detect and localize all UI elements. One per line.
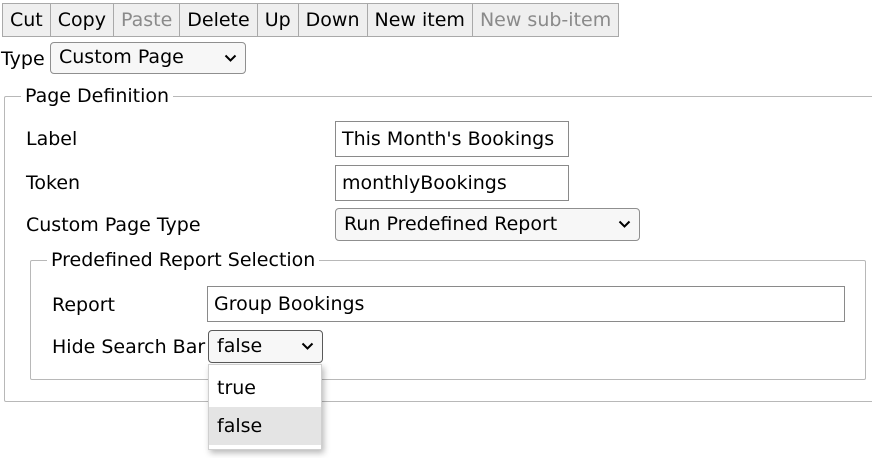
token-input[interactable]: monthlyBookings xyxy=(335,165,569,201)
new-item-button[interactable]: New item xyxy=(366,3,473,37)
chevron-down-icon xyxy=(301,331,314,362)
down-button[interactable]: Down xyxy=(297,3,368,37)
dropdown-option-false[interactable]: false xyxy=(209,407,321,445)
report-input[interactable]: Group Bookings xyxy=(207,286,845,322)
hide-search-bar-select[interactable]: false xyxy=(208,330,323,363)
toolbar: Cut Copy Paste Delete Up Down New item N… xyxy=(2,3,620,37)
label-label: Label xyxy=(26,128,78,150)
custom-page-type-select[interactable]: Run Predefined Report xyxy=(335,208,640,241)
cut-button[interactable]: Cut xyxy=(2,3,51,37)
type-label: Type xyxy=(1,48,45,70)
hide-search-bar-value: false xyxy=(217,335,263,357)
hide-search-bar-label: Hide Search Bar xyxy=(52,336,206,358)
token-label: Token xyxy=(26,172,81,194)
label-input[interactable]: This Month's Bookings xyxy=(335,121,569,157)
custom-page-type-value: Run Predefined Report xyxy=(344,213,558,235)
paste-button[interactable]: Paste xyxy=(112,3,181,37)
type-select[interactable]: Custom Page xyxy=(50,42,246,74)
report-label: Report xyxy=(52,294,115,316)
chevron-down-icon xyxy=(224,43,237,73)
hide-search-bar-dropdown: true false xyxy=(208,364,322,450)
type-select-value: Custom Page xyxy=(59,46,184,68)
chevron-down-icon xyxy=(618,209,631,240)
custom-page-type-label: Custom Page Type xyxy=(26,214,201,236)
report-selection-legend: Predefined Report Selection xyxy=(47,247,320,273)
copy-button[interactable]: Copy xyxy=(49,3,114,37)
new-sub-item-button[interactable]: New sub-item xyxy=(471,3,620,37)
delete-button[interactable]: Delete xyxy=(179,3,258,37)
page-definition-legend: Page Definition xyxy=(21,83,174,109)
up-button[interactable]: Up xyxy=(256,3,299,37)
dropdown-option-true[interactable]: true xyxy=(209,369,321,407)
